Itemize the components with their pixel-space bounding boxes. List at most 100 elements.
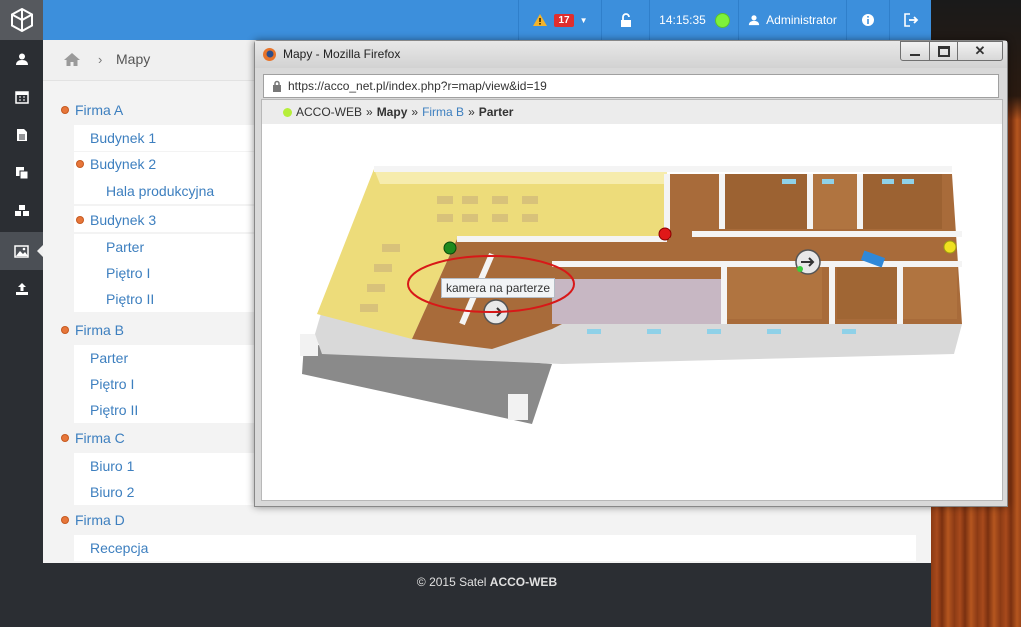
tree-item-b3-pietro-1[interactable]: Piętro I — [106, 265, 150, 281]
bullet-icon — [62, 327, 68, 333]
online-status-indicator — [715, 13, 729, 27]
tree-item-b3-parter[interactable]: Parter — [106, 239, 144, 255]
sidebar-item-users[interactable] — [0, 40, 43, 78]
bullet-icon — [62, 435, 68, 441]
sidebar-item-modules[interactable] — [0, 192, 43, 230]
crumb-parter: Parter — [478, 105, 514, 119]
bollard — [508, 394, 528, 420]
room — [902, 264, 957, 319]
map-popup-window: Mapy - Mozilla Firefox ✕ https://acco_ne… — [254, 40, 1008, 507]
user-icon — [749, 15, 760, 26]
user-menu[interactable]: Administrator — [738, 0, 846, 40]
crumb-root[interactable]: ACCO-WEB — [296, 105, 362, 119]
tree-label: Parter — [106, 239, 145, 255]
breadcrumb-separator: › — [98, 52, 103, 67]
tree-label: Biuro 2 — [90, 484, 135, 500]
bullet-icon — [77, 161, 83, 167]
tree-item-hala-produkcyjna[interactable]: Hala produkcyjna — [106, 183, 214, 199]
unlock-button[interactable] — [601, 0, 649, 40]
maximize-button[interactable] — [929, 41, 958, 61]
sidebar-item-copy[interactable] — [0, 154, 43, 192]
tree-item-fb-parter[interactable]: Parter — [90, 350, 128, 366]
tree-label: Budynek 2 — [90, 156, 157, 172]
crumb-separator: » — [366, 105, 373, 119]
tree-label: Budynek 1 — [90, 130, 157, 146]
sensor-green-marker — [443, 241, 457, 255]
sidebar-item-documents[interactable] — [0, 116, 43, 154]
alert-count-badge: 17 — [554, 13, 574, 27]
tree-item-firma-c[interactable]: Firma C — [62, 430, 125, 446]
tree-label: Firma B — [75, 322, 124, 338]
url-bar[interactable]: https://acco_net.pl/index.php?r=map/view… — [263, 74, 999, 98]
sensor-yellow-marker — [943, 240, 957, 254]
tree-item-firma-d[interactable]: Firma D — [62, 512, 125, 528]
tree-item-budynek-2[interactable]: Budynek 2 — [77, 156, 156, 172]
tree-item-firma-a[interactable]: Firma A — [62, 102, 123, 118]
room — [837, 264, 897, 319]
unlock-icon — [620, 13, 631, 27]
tree-item-fb-pietro-2[interactable]: Piętro II — [90, 402, 138, 418]
crumb-separator: » — [468, 105, 475, 119]
tree-label: Budynek 3 — [90, 212, 157, 228]
tree-label: Piętro I — [106, 265, 151, 281]
sidebar-item-upload[interactable] — [0, 270, 43, 308]
bullet-icon — [77, 217, 83, 223]
minimize-button[interactable] — [900, 41, 930, 61]
tree-item-biuro-1[interactable]: Biuro 1 — [90, 458, 134, 474]
tree-item-biuro-2[interactable]: Biuro 2 — [90, 484, 134, 500]
minimize-icon — [910, 53, 920, 56]
tree-item-b3-pietro-2[interactable]: Piętro II — [106, 291, 154, 307]
crumb-mapy[interactable]: Mapy — [377, 105, 408, 119]
crumb-firma-b[interactable]: Firma B — [422, 105, 464, 119]
clock-status: 14:15:35 — [649, 0, 738, 40]
footer: © 2015 Satel ACCO-WEB — [43, 563, 931, 627]
tree-item-firma-b[interactable]: Firma B — [62, 322, 124, 338]
close-button[interactable]: ✕ — [957, 41, 1003, 61]
tree-label: Firma C — [75, 430, 125, 446]
popup-breadcrumb: ACCO-WEB » Mapy » Firma B » Parter — [262, 100, 1002, 124]
info-icon — [862, 14, 874, 26]
calendar-icon — [14, 91, 29, 104]
exit-door-icon[interactable] — [795, 249, 821, 275]
document-icon — [16, 129, 27, 141]
warning-icon — [533, 14, 548, 26]
top-bar: 17 ▼ 14:15:35 Administrator — [43, 0, 931, 40]
user-name: Administrator — [766, 13, 837, 27]
tree-item-budynek-3[interactable]: Budynek 3 — [77, 212, 156, 228]
sidebar-item-maps[interactable] — [0, 232, 44, 270]
footer-brand: ACCO-WEB — [489, 575, 558, 589]
tree-label: Piętro II — [90, 402, 139, 418]
tree-label: Piętro II — [106, 291, 155, 307]
upload-icon — [15, 283, 28, 295]
room-tiled — [552, 279, 722, 324]
home-icon[interactable] — [63, 52, 81, 67]
tree-label: Parter — [90, 350, 129, 366]
app-logo[interactable] — [0, 0, 43, 40]
user-icon — [15, 53, 28, 65]
picture-icon — [14, 244, 29, 258]
tree-label: Biuro 1 — [90, 458, 135, 474]
footer-copyright: © 2015 Satel — [416, 575, 490, 589]
camera-tooltip: kamera na parterze — [441, 278, 556, 298]
tree-item-budynek-1[interactable]: Budynek 1 — [90, 130, 156, 146]
popup-title: Mapy - Mozilla Firefox — [283, 47, 401, 61]
close-icon: ✕ — [974, 43, 986, 58]
info-button[interactable] — [846, 0, 889, 40]
sidebar — [0, 0, 44, 627]
firefox-icon — [263, 48, 276, 61]
room — [812, 174, 857, 229]
tree-label: Recepcja — [90, 540, 149, 556]
sidebar-item-calendar[interactable] — [0, 78, 43, 116]
popup-title-bar[interactable]: Mapy - Mozilla Firefox ✕ — [255, 41, 1007, 68]
breadcrumb-current: Mapy — [116, 51, 151, 67]
floor-plan-map — [300, 166, 962, 424]
logout-button[interactable] — [889, 0, 932, 40]
maximize-icon — [937, 45, 950, 57]
tree-label: Hala produkcyjna — [106, 183, 215, 199]
tree-item-fb-pietro-1[interactable]: Piętro I — [90, 376, 134, 392]
sensor-red-marker — [658, 227, 672, 241]
tree-row-bg — [74, 535, 916, 561]
tree-item-recepcja[interactable]: Recepcja — [90, 540, 148, 556]
alerts-button[interactable]: 17 ▼ — [518, 0, 601, 40]
copy-icon — [15, 167, 28, 180]
